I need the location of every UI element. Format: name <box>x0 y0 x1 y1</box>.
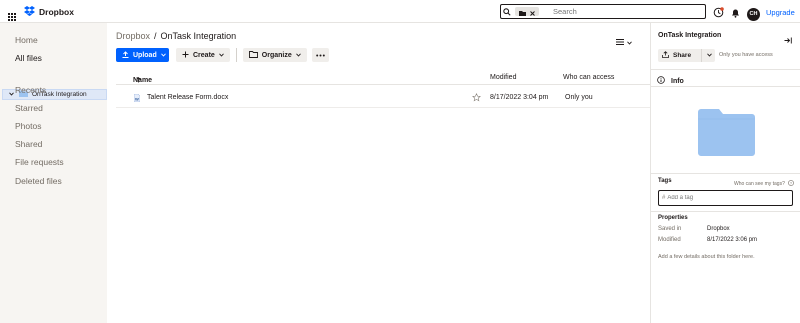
avatar[interactable]: CH <box>747 7 760 21</box>
tags-title: Tags <box>658 178 672 184</box>
app-grid-icon[interactable] <box>8 8 16 21</box>
upload-button[interactable]: Upload <box>116 48 169 62</box>
properties-title: Properties <box>658 215 688 221</box>
folder-icon <box>519 3 526 21</box>
main-content: Dropbox / OnTask Integration Upload Crea… <box>107 23 650 323</box>
view-toggle[interactable] <box>616 32 632 50</box>
divider <box>651 211 800 212</box>
search-bar[interactable] <box>500 4 706 19</box>
access-text: Only you have access <box>719 52 773 58</box>
share-label: Share <box>673 52 692 59</box>
brand-name: Dropbox <box>39 7 74 17</box>
tag-input-field[interactable] <box>667 195 778 201</box>
info-section-header[interactable]: Info <box>657 76 684 86</box>
breadcrumb-current: OnTask Integration <box>160 31 237 41</box>
details-title: OnTask Integration <box>658 32 722 39</box>
hash-icon: # <box>662 195 666 201</box>
help-icon: ? <box>787 180 794 188</box>
upload-label: Upload <box>133 51 157 59</box>
prop-modified-value: 8/17/2022 3:06 pm <box>707 237 758 243</box>
toolbar: Upload Create Organize <box>116 48 329 62</box>
properties-note: Add a few details about this folder here… <box>658 254 755 260</box>
tags-help-label: Who can see my tags? <box>734 181 785 187</box>
table-row[interactable]: W Talent Release Form.docx 8/17/2022 3:0… <box>116 90 650 108</box>
sidebar-item-shared[interactable]: Shared <box>15 139 42 149</box>
file-access: Only you <box>565 94 593 101</box>
chevron-down-icon <box>627 32 632 50</box>
sidebar-item-deleted-files[interactable]: Deleted files <box>15 176 62 186</box>
sidebar-item-starred[interactable]: Starred <box>15 103 43 113</box>
prop-saved-in-value[interactable]: Dropbox <box>707 226 730 232</box>
collapse-panel-icon[interactable] <box>784 31 792 49</box>
organize-label: Organize <box>261 51 292 59</box>
sort-arrow-up-icon <box>136 77 141 85</box>
breadcrumb-root[interactable]: Dropbox <box>116 31 150 41</box>
sidebar-item-photos[interactable]: Photos <box>15 121 41 131</box>
prop-modified-label: Modified <box>658 237 681 243</box>
svg-text:?: ? <box>790 181 792 185</box>
star-icon[interactable] <box>472 92 481 104</box>
tags-help-link[interactable]: Who can see my tags? ? <box>734 180 794 188</box>
breadcrumb: Dropbox / OnTask Integration <box>116 31 236 41</box>
file-table-header: Name Modified Who can access <box>116 71 650 85</box>
column-access[interactable]: Who can access <box>563 74 614 81</box>
folder-filter-chip[interactable] <box>515 7 539 16</box>
file-name[interactable]: Talent Release Form.docx <box>147 94 228 101</box>
info-label: Info <box>671 77 684 85</box>
divider <box>651 86 800 87</box>
details-panel: OnTask Integration Share Only you have a… <box>650 23 800 323</box>
word-document-icon: W <box>133 93 141 104</box>
sidebar-item-recents[interactable]: Recents <box>15 85 46 95</box>
dropbox-logo[interactable]: Dropbox <box>24 5 74 19</box>
upload-icon <box>122 50 129 60</box>
sidebar-item-home[interactable]: Home <box>15 35 38 45</box>
column-modified[interactable]: Modified <box>490 74 516 81</box>
activity-icon[interactable] <box>713 5 724 23</box>
breadcrumb-separator: / <box>154 31 157 41</box>
chevron-down-icon[interactable] <box>9 91 14 98</box>
tag-input[interactable]: # <box>658 190 793 206</box>
search-input[interactable] <box>553 7 683 16</box>
file-modified: 8/17/2022 3:04 pm <box>490 94 549 101</box>
more-button[interactable] <box>311 48 329 62</box>
plus-icon <box>182 51 189 60</box>
sidebar-item-all-files[interactable]: All files <box>15 53 42 63</box>
prop-saved-in-label: Saved in <box>658 226 682 232</box>
dropbox-logo-icon <box>24 6 35 18</box>
create-button[interactable]: Create <box>176 48 230 62</box>
chevron-down-icon[interactable] <box>707 52 712 59</box>
chevron-down-icon <box>218 52 224 59</box>
share-icon <box>662 51 669 60</box>
info-icon <box>657 76 665 86</box>
chevron-down-icon <box>160 52 166 59</box>
divider <box>651 69 800 70</box>
share-divider <box>701 49 703 62</box>
top-bar: Dropbox CH Upgrade <box>0 0 800 23</box>
chevron-down-icon <box>295 52 301 59</box>
toolbar-divider <box>235 48 237 62</box>
svg-text:W: W <box>135 97 139 102</box>
search-icon <box>501 5 513 18</box>
more-icon <box>315 52 325 59</box>
folder-outline-icon <box>248 50 258 60</box>
sidebar: Home All files OnTask Integration Recent… <box>0 23 107 323</box>
list-view-icon <box>616 32 624 50</box>
create-label: Create <box>193 51 215 59</box>
chip-close-icon[interactable] <box>530 3 535 21</box>
sidebar-item-file-requests[interactable]: File requests <box>15 157 64 167</box>
upgrade-link[interactable]: Upgrade <box>766 8 795 17</box>
divider <box>651 173 800 174</box>
folder-thumbnail <box>698 106 755 156</box>
bell-icon[interactable] <box>731 5 740 23</box>
share-button[interactable]: Share <box>658 49 715 62</box>
organize-button[interactable]: Organize <box>242 48 307 62</box>
